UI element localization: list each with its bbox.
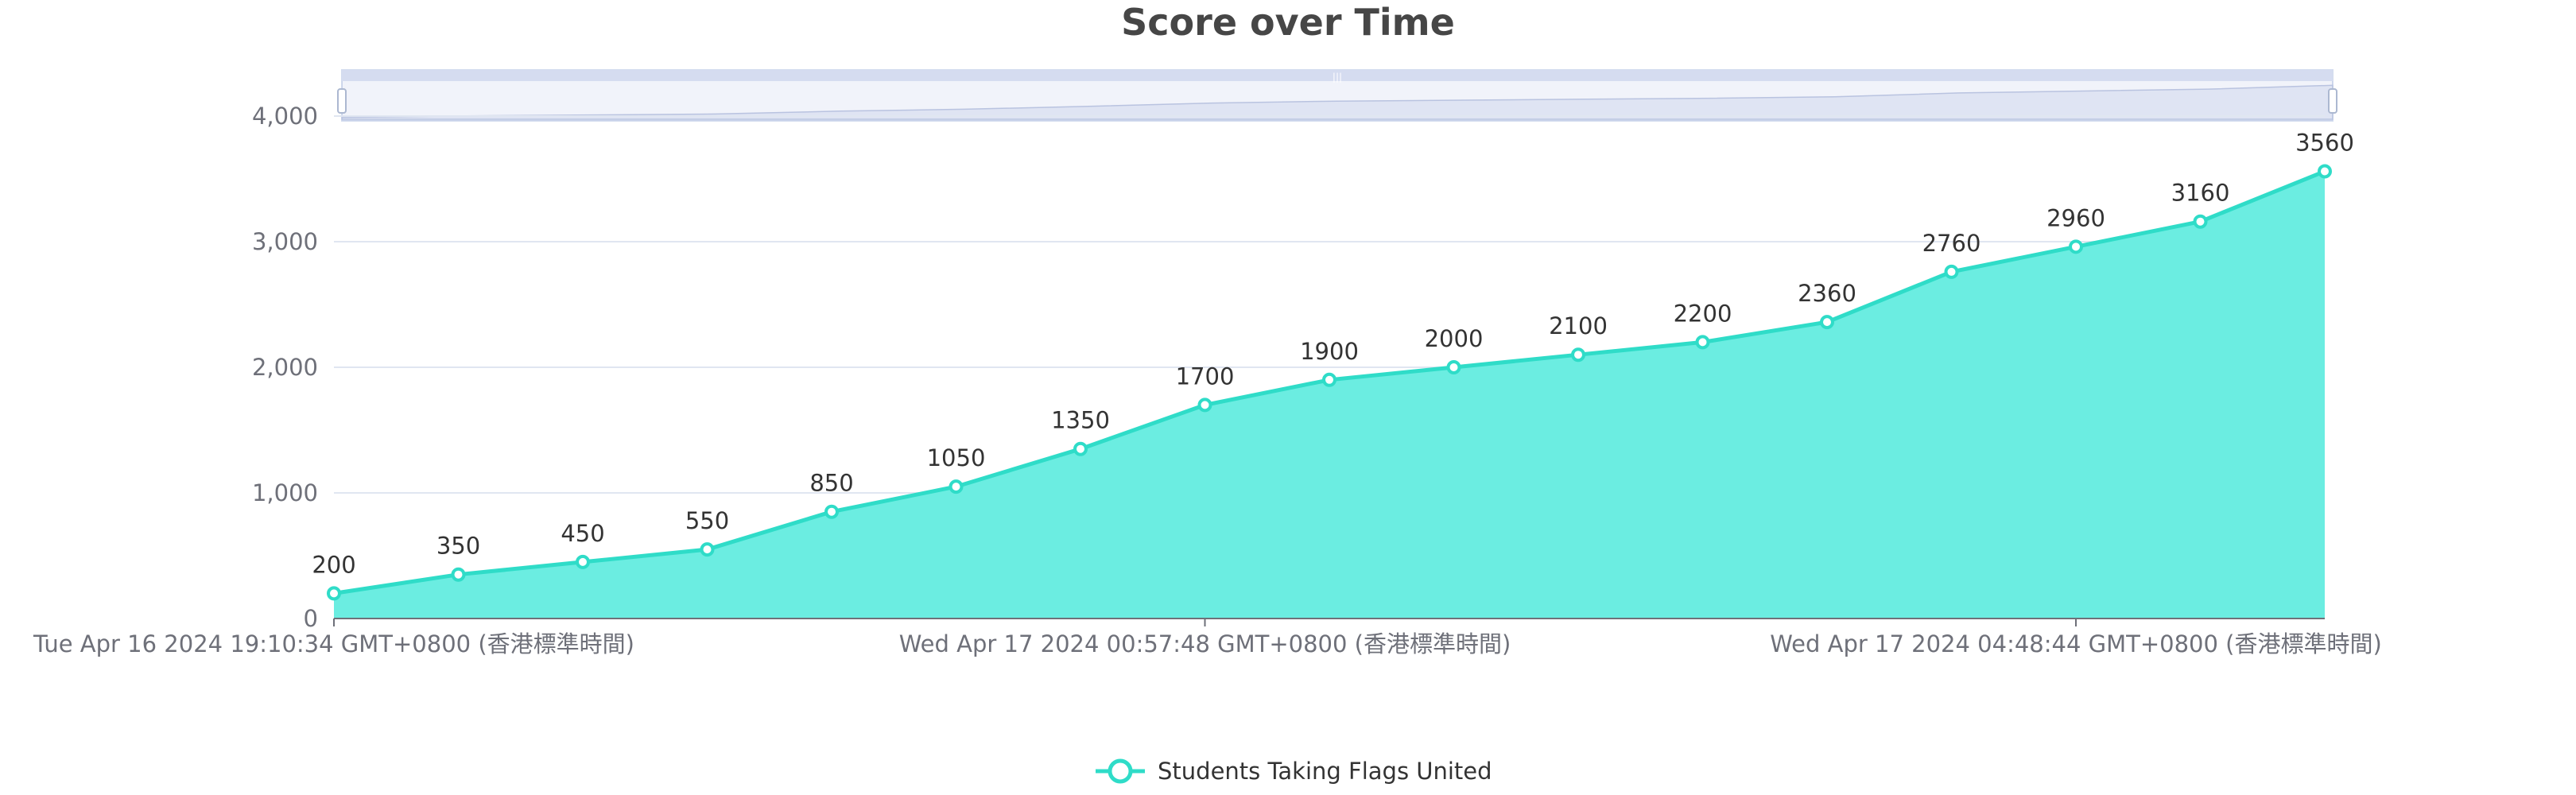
data-point [700,542,715,557]
data-point [1073,441,1088,456]
data-label: 450 [561,520,604,547]
data-point [1695,335,1710,350]
datazoom-grip-icon[interactable]: ||| [1333,72,1342,83]
data-label: 350 [436,533,480,560]
data-label: 200 [312,551,355,578]
data-point [576,554,590,569]
data-label: 2100 [1549,312,1608,339]
data-point [1322,372,1336,387]
data-point [2069,239,2083,254]
data-point [1944,264,1959,279]
data-label: 1900 [1300,338,1359,365]
y-tick-label: 1,000 [252,479,318,506]
data-label: 2000 [1425,325,1484,352]
y-tick-label: 0 [304,605,318,632]
data-point [2318,164,2332,179]
y-axis: 0 1,000 2,000 3,000 4,000 [252,103,318,632]
data-point [824,504,839,519]
data-label: 3560 [2295,130,2354,157]
data-label: 550 [685,507,729,534]
area-chart: Score over Time ||| 0 1,000 2,000 3,000 4,00… [33,1,2382,785]
data-point [1820,315,1834,330]
data-label: 2960 [2046,204,2105,231]
data-point [1571,347,1585,363]
data-point [1446,360,1461,374]
x-axis: Tue Apr 16 2024 19:10:34 GMT+0800 (香港標準時… [33,619,2382,657]
data-label: 2760 [1922,230,1981,257]
data-point [2193,214,2208,229]
data-label: 2360 [1798,280,1856,307]
data-point [327,586,341,601]
y-tick-label: 2,000 [252,354,318,381]
legend[interactable]: Students Taking Flags United [1096,758,1492,785]
chart-container: Score over Time ||| 0 1,000 2,000 3,000 4,00… [0,0,2576,795]
data-label: 3160 [2171,180,2230,207]
data-label: 1050 [927,444,986,471]
chart-title: Score over Time [1121,1,1455,44]
datazoom-slider[interactable]: ||| [337,69,2337,122]
datazoom-right-handle[interactable] [2328,88,2337,114]
y-tick-label: 3,000 [252,228,318,255]
datazoom-left-handle[interactable] [337,88,347,114]
x-tick-label: Wed Apr 17 2024 04:48:44 GMT+0800 (香港標準時… [1770,630,2382,657]
x-tick-label: Tue Apr 16 2024 19:10:34 GMT+0800 (香港標準時… [33,630,634,657]
data-label: 2200 [1674,300,1732,327]
y-tick-label: 4,000 [252,103,318,130]
data-label: 1700 [1176,363,1235,390]
legend-marker-icon[interactable] [1108,758,1133,784]
data-label: 850 [809,470,853,497]
data-point [1197,398,1212,413]
data-point [949,479,964,494]
x-tick-label: Wed Apr 17 2024 00:57:48 GMT+0800 (香港標準時… [899,630,1511,657]
series-area [334,171,2325,619]
data-label: 1350 [1051,407,1110,434]
data-point [451,567,466,582]
legend-label[interactable]: Students Taking Flags United [1158,758,1492,785]
